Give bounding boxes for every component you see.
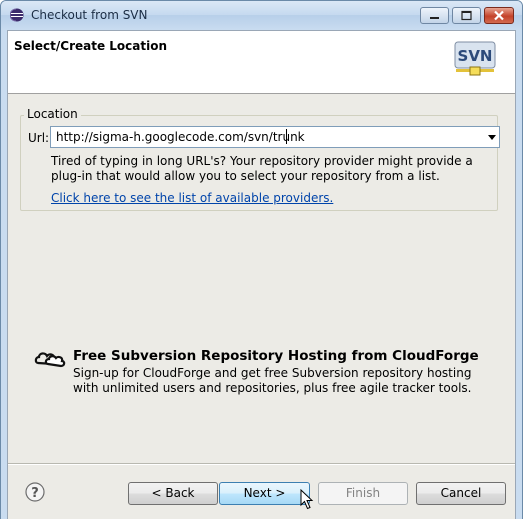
svn-logo: SVN bbox=[454, 41, 496, 76]
window-title: Checkout from SVN bbox=[31, 8, 148, 22]
eclipse-icon bbox=[10, 8, 24, 22]
title-bar[interactable]: Checkout from SVN bbox=[1, 1, 522, 29]
chevron-down-icon[interactable] bbox=[488, 135, 496, 140]
location-group-label: Location bbox=[24, 107, 81, 121]
cloudforge-icon bbox=[34, 352, 66, 368]
svg-text:?: ? bbox=[31, 486, 39, 501]
finish-button[interactable]: Finish bbox=[318, 482, 408, 505]
maximize-icon bbox=[461, 10, 472, 21]
help-icon[interactable]: ? bbox=[25, 482, 45, 502]
cloudforge-title: Free Subversion Repository Hosting from … bbox=[73, 348, 479, 364]
desktop-strip bbox=[0, 519, 523, 526]
minimize-icon bbox=[430, 17, 439, 19]
url-input[interactable]: http://sigma-h.googlecode.com/svn/trunk bbox=[56, 130, 305, 144]
cloudforge-description: Sign-up for CloudForge and get free Subv… bbox=[73, 366, 472, 395]
button-bar-divider bbox=[8, 463, 515, 465]
dialog-client-area: Select/Create Location SVN Location Url:… bbox=[7, 30, 516, 520]
svn-logo-text: SVN bbox=[458, 47, 493, 65]
minimize-button[interactable] bbox=[420, 7, 449, 24]
text-caret bbox=[286, 129, 287, 144]
maximize-button[interactable] bbox=[452, 7, 481, 24]
mouse-pointer-icon bbox=[300, 489, 314, 510]
url-combo-box[interactable]: http://sigma-h.googlecode.com/svn/trunk bbox=[50, 126, 500, 148]
close-icon bbox=[494, 10, 504, 21]
next-button[interactable]: Next > bbox=[219, 482, 310, 505]
provider-hint-text: Tired of typing in long URL's? Your repo… bbox=[51, 154, 473, 183]
url-label: Url: bbox=[28, 131, 50, 145]
providers-link[interactable]: Click here to see the list of available … bbox=[51, 191, 333, 205]
cancel-button[interactable]: Cancel bbox=[416, 482, 506, 505]
back-button[interactable]: < Back bbox=[128, 482, 218, 505]
checkout-dialog: Checkout from SVN Select/Create Location… bbox=[0, 0, 523, 526]
wizard-banner: Select/Create Location SVN bbox=[8, 31, 515, 94]
close-button[interactable] bbox=[484, 7, 514, 24]
page-title: Select/Create Location bbox=[14, 39, 168, 53]
